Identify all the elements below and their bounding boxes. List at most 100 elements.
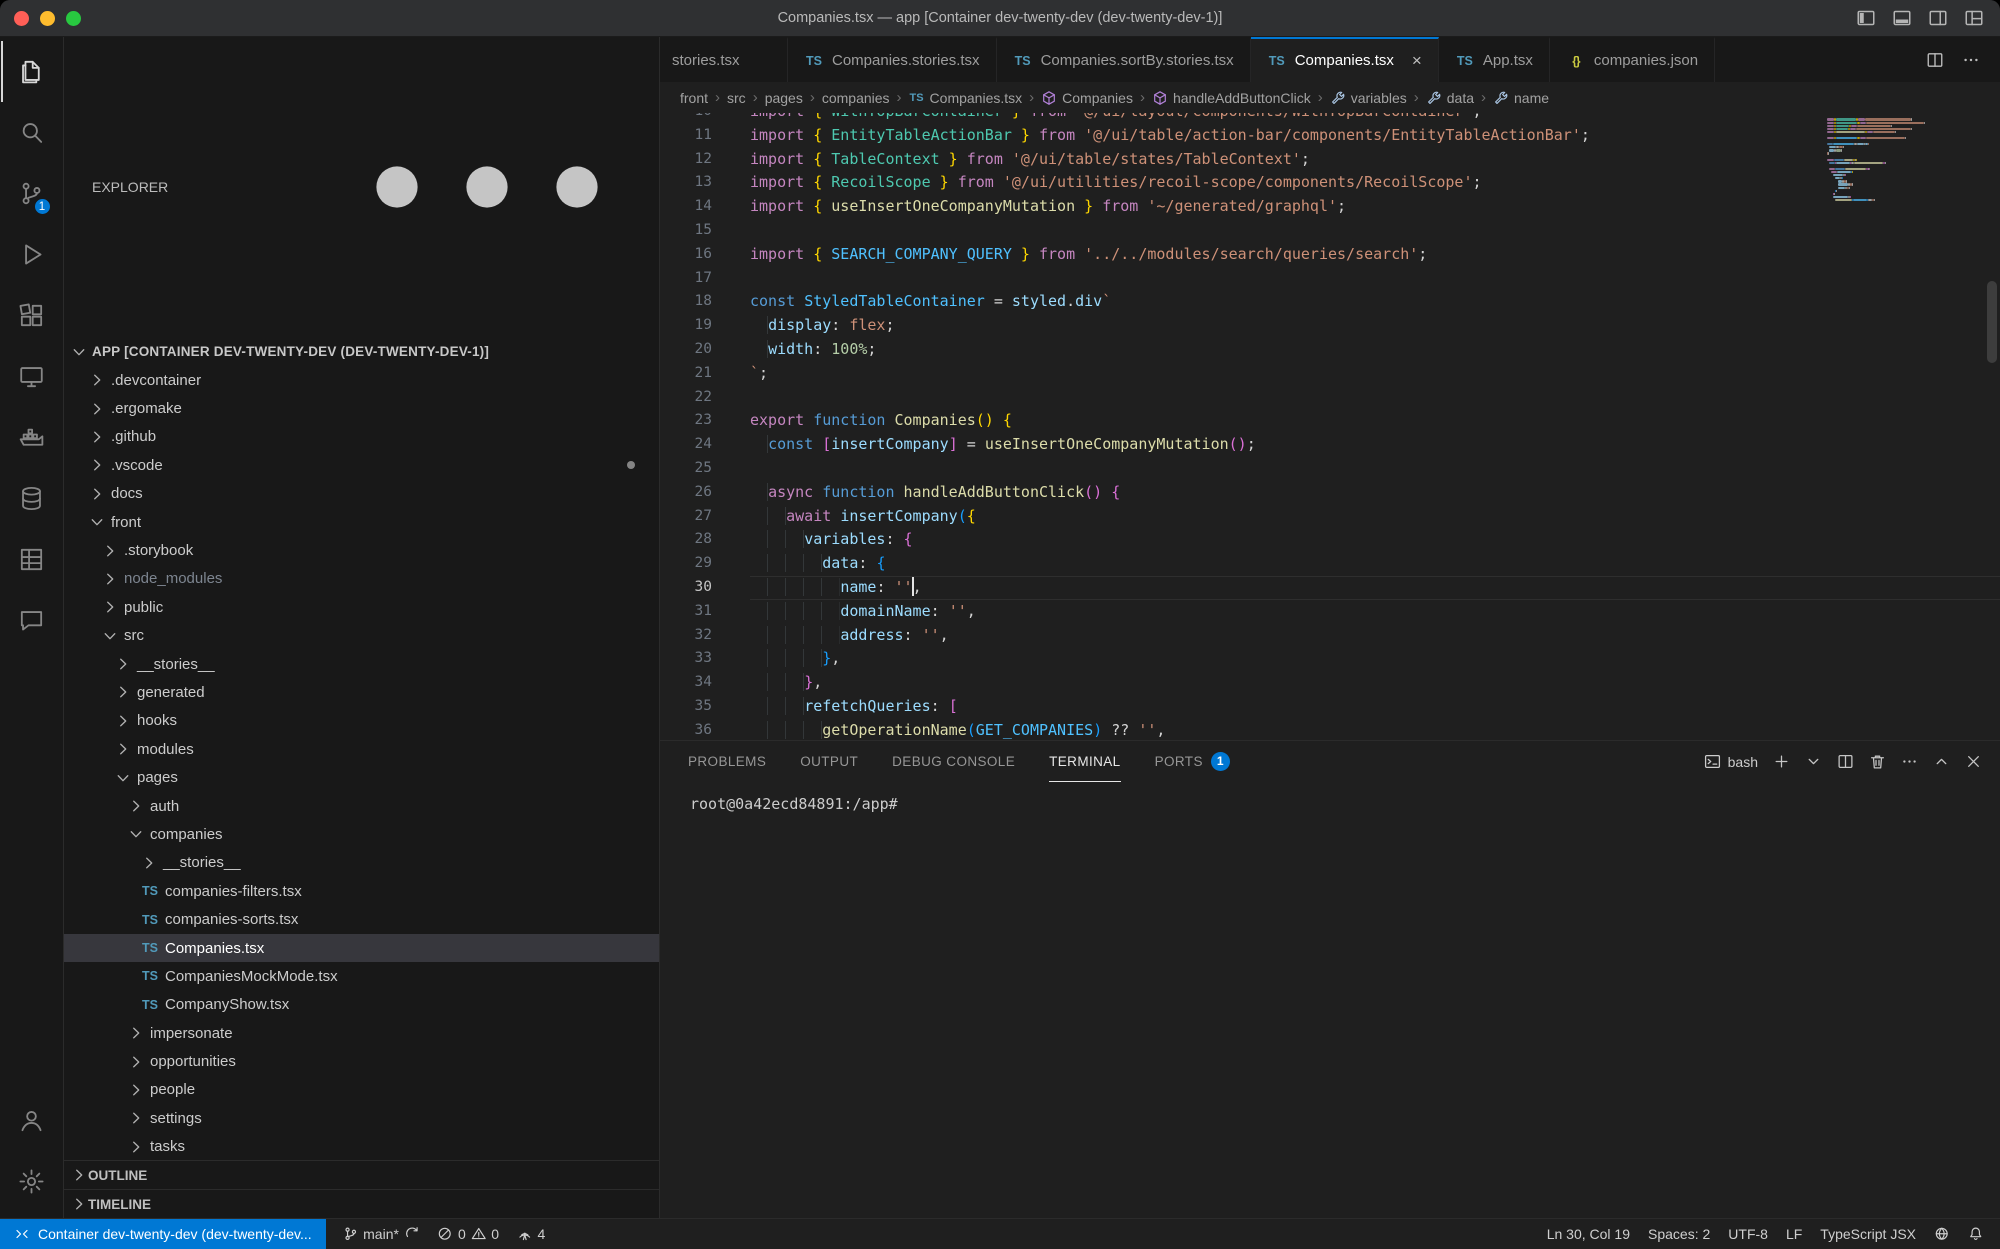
panel-tab-problems[interactable]: PROBLEMS bbox=[688, 741, 766, 782]
tree-item[interactable]: public bbox=[64, 593, 659, 621]
indentation-setting[interactable]: Spaces: 2 bbox=[1639, 1219, 1719, 1249]
code-line[interactable]: 28 variables: { bbox=[660, 528, 2000, 552]
activity-item-accounts[interactable] bbox=[1, 1090, 63, 1151]
tree-item[interactable]: front bbox=[64, 508, 659, 536]
branch-indicator[interactable]: main* bbox=[334, 1219, 429, 1249]
panel-tab-ports[interactable]: PORTS1 bbox=[1155, 741, 1230, 782]
code-line[interactable]: 36 getOperationName(GET_COMPANIES) ?? ''… bbox=[660, 719, 2000, 740]
editor-tab[interactable]: TSCompanies.tsx× bbox=[1251, 37, 1439, 82]
ports-indicator[interactable]: 4 bbox=[508, 1219, 554, 1249]
encoding-setting[interactable]: UTF-8 bbox=[1719, 1219, 1777, 1249]
breadcrumb-item[interactable]: variables bbox=[1330, 90, 1407, 106]
tree-item[interactable]: opportunities bbox=[64, 1047, 659, 1075]
tree-item[interactable]: companies bbox=[64, 820, 659, 848]
tree-item[interactable]: TScompanies-sorts.tsx bbox=[64, 905, 659, 933]
tree-item[interactable]: __stories__ bbox=[64, 650, 659, 678]
editor-scrollbar[interactable] bbox=[1987, 281, 1997, 363]
editor-more-actions-icon[interactable] bbox=[1962, 51, 1980, 69]
close-window-button[interactable] bbox=[14, 11, 29, 26]
timeline-section[interactable]: TIMELINE bbox=[64, 1189, 659, 1218]
code-line[interactable]: 19 display: flex; bbox=[660, 314, 2000, 338]
editor-tab[interactable]: TSApp.tsx bbox=[1439, 37, 1550, 82]
customize-layout-icon[interactable] bbox=[1964, 8, 1984, 28]
tree-item[interactable]: .ergomake bbox=[64, 394, 659, 422]
code-line[interactable]: 14import { useInsertOneCompanyMutation }… bbox=[660, 195, 2000, 219]
tree-item[interactable]: tasks bbox=[64, 1133, 659, 1160]
code-line[interactable]: 29 data: { bbox=[660, 552, 2000, 576]
activity-item-search[interactable] bbox=[1, 102, 63, 163]
panel-tab-terminal[interactable]: TERMINAL bbox=[1049, 741, 1120, 782]
code-line[interactable]: 24 const [insertCompany] = useInsertOneC… bbox=[660, 433, 2000, 457]
activity-item-run-debug[interactable] bbox=[1, 224, 63, 285]
breadcrumb-item[interactable]: src bbox=[727, 90, 746, 106]
code-line[interactable]: 35 refetchQueries: [ bbox=[660, 695, 2000, 719]
minimize-window-button[interactable] bbox=[40, 11, 55, 26]
editor-tab[interactable]: TSCompanies.stories.tsx bbox=[788, 37, 997, 82]
activity-item-remote-explorer[interactable] bbox=[1, 346, 63, 407]
breadcrumb-item[interactable]: data bbox=[1426, 90, 1474, 106]
zoom-window-button[interactable] bbox=[66, 11, 81, 26]
outline-section[interactable]: OUTLINE bbox=[64, 1160, 659, 1189]
tree-item[interactable]: people bbox=[64, 1076, 659, 1104]
code-line[interactable]: 11import { EntityTableActionBar } from '… bbox=[660, 124, 2000, 148]
shell-picker[interactable]: bash bbox=[1704, 753, 1758, 770]
close-panel-icon[interactable] bbox=[1965, 753, 1982, 770]
breadcrumb-item[interactable]: handleAddButtonClick bbox=[1152, 90, 1311, 106]
tree-item[interactable]: src bbox=[64, 622, 659, 650]
terminal-dropdown-icon[interactable] bbox=[1805, 753, 1822, 770]
code-line[interactable]: 16import { SEARCH_COMPANY_QUERY } from '… bbox=[660, 243, 2000, 267]
code-area[interactable]: 10import { WithTopBarContainer } from '@… bbox=[660, 113, 2000, 740]
tree-item[interactable]: .vscode bbox=[64, 451, 659, 479]
code-line[interactable]: 25 bbox=[660, 457, 2000, 481]
tree-item[interactable]: settings bbox=[64, 1104, 659, 1132]
tree-item[interactable]: TSCompanyShow.tsx bbox=[64, 991, 659, 1019]
split-terminal-icon[interactable] bbox=[1837, 753, 1854, 770]
code-line[interactable]: 20 width: 100%; bbox=[660, 338, 2000, 362]
panel-tab-debug-console[interactable]: DEBUG CONSOLE bbox=[892, 741, 1015, 782]
code-line[interactable]: 27 await insertCompany({ bbox=[660, 505, 2000, 529]
panel-more-actions-icon[interactable] bbox=[1901, 753, 1918, 770]
tree-item[interactable]: node_modules bbox=[64, 565, 659, 593]
close-icon[interactable]: × bbox=[1412, 52, 1422, 69]
tree-item[interactable]: TSCompanies.tsx bbox=[64, 934, 659, 962]
workspace-section-header[interactable]: APP [CONTAINER DEV-TWENTY-DEV (DEV-TWENT… bbox=[64, 337, 659, 366]
editor-tab[interactable]: {}companies.json bbox=[1550, 37, 1715, 82]
tree-item[interactable]: modules bbox=[64, 735, 659, 763]
toggle-panel-icon[interactable] bbox=[1892, 8, 1912, 28]
editor-tab[interactable]: stories.tsx bbox=[660, 37, 788, 82]
kill-terminal-icon[interactable] bbox=[1869, 753, 1886, 770]
code-line[interactable]: 17 bbox=[660, 267, 2000, 291]
minimap[interactable] bbox=[1827, 118, 1971, 202]
code-line[interactable]: 30 name: '', bbox=[660, 576, 2000, 600]
tree-item[interactable]: auth bbox=[64, 792, 659, 820]
code-line[interactable]: 31 domainName: '', bbox=[660, 600, 2000, 624]
code-line[interactable]: 22 bbox=[660, 386, 2000, 410]
code-editor[interactable]: 10import { WithTopBarContainer } from '@… bbox=[660, 113, 2000, 740]
activity-item-comments[interactable] bbox=[1, 590, 63, 651]
tree-item[interactable]: TSCompaniesMockMode.tsx bbox=[64, 962, 659, 990]
activity-item-source-control[interactable]: 1 bbox=[1, 163, 63, 224]
breadcrumb-item[interactable]: pages bbox=[765, 90, 803, 106]
code-line[interactable]: 15 bbox=[660, 219, 2000, 243]
activity-item-table-view[interactable] bbox=[1, 529, 63, 590]
tree-item[interactable]: hooks bbox=[64, 707, 659, 735]
breadcrumb-item[interactable]: Companies bbox=[1041, 90, 1133, 106]
language-status-icon[interactable] bbox=[1925, 1219, 1959, 1249]
activity-item-extensions[interactable] bbox=[1, 285, 63, 346]
tree-item[interactable]: generated bbox=[64, 678, 659, 706]
tree-item[interactable]: docs bbox=[64, 480, 659, 508]
activity-item-explorer[interactable] bbox=[1, 41, 63, 102]
activity-item-settings[interactable] bbox=[1, 1151, 63, 1212]
breadcrumb-item[interactable]: TSCompanies.tsx bbox=[909, 90, 1023, 106]
code-line[interactable]: 13import { RecoilScope } from '@/ui/util… bbox=[660, 171, 2000, 195]
views-more-actions-icon[interactable] bbox=[337, 37, 637, 337]
tree-item[interactable]: TScompanies-filters.tsx bbox=[64, 877, 659, 905]
panel-tab-output[interactable]: OUTPUT bbox=[800, 741, 858, 782]
code-line[interactable]: 10import { WithTopBarContainer } from '@… bbox=[660, 113, 2000, 124]
breadcrumb-item[interactable]: front bbox=[680, 90, 708, 106]
tree-item[interactable]: .storybook bbox=[64, 536, 659, 564]
code-line[interactable]: 26 async function handleAddButtonClick()… bbox=[660, 481, 2000, 505]
tree-item[interactable]: pages bbox=[64, 763, 659, 791]
code-line[interactable]: 18const StyledTableContainer = styled.di… bbox=[660, 290, 2000, 314]
activity-item-database[interactable] bbox=[1, 468, 63, 529]
